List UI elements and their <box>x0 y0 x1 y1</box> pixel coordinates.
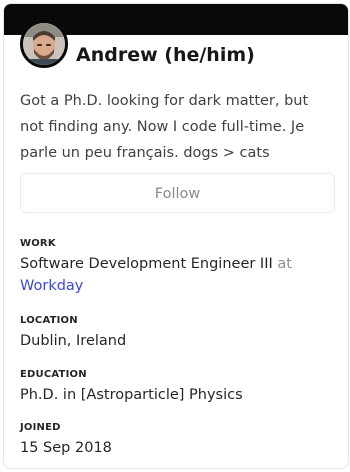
work-value: Software Development Engineer III at Wor… <box>20 253 340 297</box>
follow-button[interactable]: Follow <box>20 173 335 213</box>
joined-label: JOINED <box>20 422 61 433</box>
work-section: WORK Software Development Engineer III a… <box>20 237 340 297</box>
location-label: LOCATION <box>20 315 78 326</box>
location-value: Dublin, Ireland <box>20 333 127 349</box>
avatar-photo-icon <box>23 23 65 65</box>
location-section: LOCATION Dublin, Ireland <box>20 314 340 352</box>
profile-name[interactable]: Andrew (he/him) <box>76 44 255 66</box>
profile-bio: Got a Ph.D. looking for dark matter, but… <box>20 93 309 161</box>
work-title: Software Development Engineer III <box>20 256 273 272</box>
joined-value: 15 Sep 2018 <box>20 440 112 456</box>
education-value: Ph.D. in [Astroparticle] Physics <box>20 387 243 403</box>
education-section: EDUCATION Ph.D. in [Astroparticle] Physi… <box>20 368 340 406</box>
avatar[interactable] <box>20 20 68 68</box>
education-label: EDUCATION <box>20 369 87 380</box>
work-label: WORK <box>20 238 56 249</box>
profile-card: Andrew (he/him) Got a Ph.D. looking for … <box>3 3 349 469</box>
joined-section: JOINED 15 Sep 2018 <box>20 421 340 459</box>
work-company-link[interactable]: Workday <box>20 278 83 294</box>
work-at: at <box>277 256 292 272</box>
